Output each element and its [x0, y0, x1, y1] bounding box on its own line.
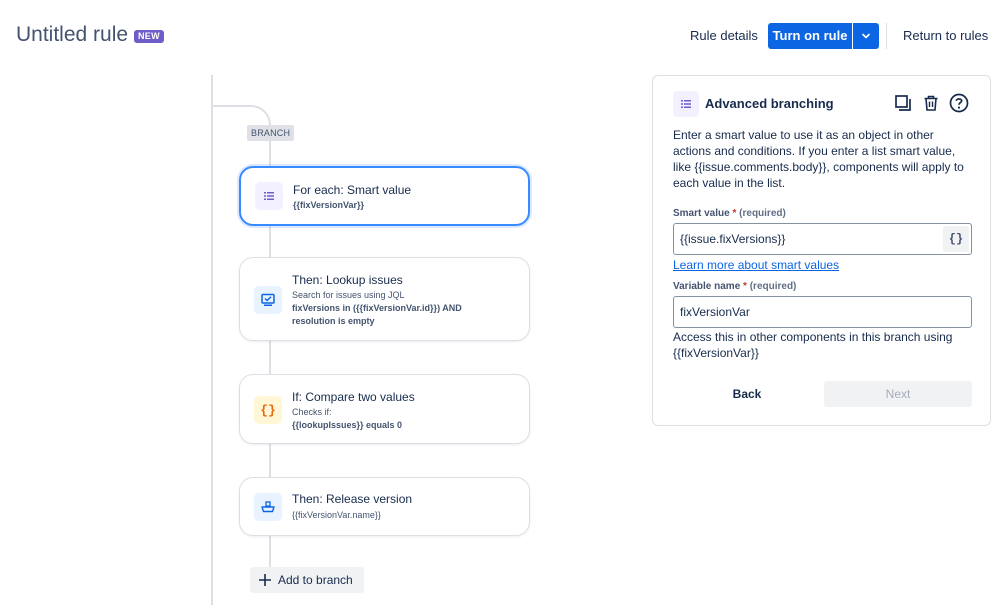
learn-more-link[interactable]: Learn more about smart values [673, 258, 839, 272]
component-config-panel: Advanced branching Enter a smart value t… [652, 75, 991, 426]
card-subtitle: Search for issues using JQL [292, 290, 405, 300]
card-subtitle: Checks if: [292, 407, 332, 417]
panel-description: Enter a smart value to use it as an obje… [673, 128, 964, 190]
next-button[interactable]: Next [824, 381, 972, 407]
variable-name-label-text: Variable name [673, 281, 741, 292]
monitor-icon [254, 286, 282, 314]
trash-icon[interactable] [920, 91, 942, 115]
variable-name-input[interactable]: fixVersionVar [673, 296, 972, 328]
branch-tag: BRANCH [247, 125, 295, 141]
smart-value-picker-button[interactable]: {} [943, 226, 969, 252]
turn-on-dropdown-button[interactable] [853, 23, 879, 49]
chevron-down-icon [862, 33, 870, 39]
access-help-text: Access this in other components in this … [673, 330, 953, 360]
component-card-release-version[interactable]: Then: Release version {{fixVersionVar.na… [239, 477, 530, 536]
card-title: For each: Smart value [293, 183, 412, 197]
card-detail: {{lookupIssues}} equals 0 [292, 420, 403, 430]
card-title: If: Compare two values [292, 390, 415, 404]
return-to-rules-button[interactable]: Return to rules [895, 23, 996, 49]
turn-on-rule-button[interactable]: Turn on rule [768, 23, 852, 49]
required-text: (required) [739, 208, 786, 219]
help-icon[interactable] [948, 91, 970, 115]
card-subtitle: {{fixVersionVar.name}} [292, 510, 381, 520]
header-divider [886, 23, 887, 49]
braces-icon: {} [254, 396, 282, 424]
variable-name-text: fixVersionVar [680, 305, 750, 319]
variable-name-label: Variable name * (required) [673, 281, 796, 292]
duplicate-icon[interactable] [892, 91, 914, 115]
plus-icon [259, 574, 271, 586]
page-title: Untitled rule [16, 23, 129, 46]
list-icon [673, 91, 699, 117]
panel-title: Advanced branching [705, 96, 834, 111]
flow-trunk-line [211, 75, 213, 605]
new-badge: NEW [134, 30, 164, 43]
required-marker: * [740, 281, 747, 292]
card-title: Then: Release version [292, 492, 413, 506]
ship-icon [254, 493, 282, 521]
required-marker: * [729, 208, 737, 219]
smart-value-label-text: Smart value [673, 208, 730, 219]
smart-value-label: Smart value * (required) [673, 208, 786, 219]
add-to-branch-label: Add to branch [278, 573, 353, 587]
smart-value-input[interactable]: {{issue.fixVersions}} {} [673, 223, 972, 255]
smart-value-text: {{issue.fixVersions}} [680, 232, 786, 246]
required-text: (required) [749, 281, 797, 292]
add-to-branch-button[interactable]: Add to branch [250, 567, 364, 593]
component-card-lookup-issues[interactable]: Then: Lookup issues Search for issues us… [239, 257, 530, 341]
card-title: Then: Lookup issues [292, 273, 403, 287]
panel-actions [892, 91, 970, 115]
back-button[interactable]: Back [673, 381, 821, 407]
component-card-compare-values[interactable]: {} If: Compare two values Checks if: {{l… [239, 374, 530, 444]
list-icon [255, 182, 283, 210]
card-detail: fixVersions in ({{fixVersionVar.id}}) AN… [292, 303, 462, 326]
component-card-for-each[interactable]: For each: Smart value {{fixVersionVar}} [239, 166, 530, 226]
rule-details-button[interactable]: Rule details [682, 23, 766, 49]
card-detail: {{fixVersionVar}} [293, 200, 365, 210]
